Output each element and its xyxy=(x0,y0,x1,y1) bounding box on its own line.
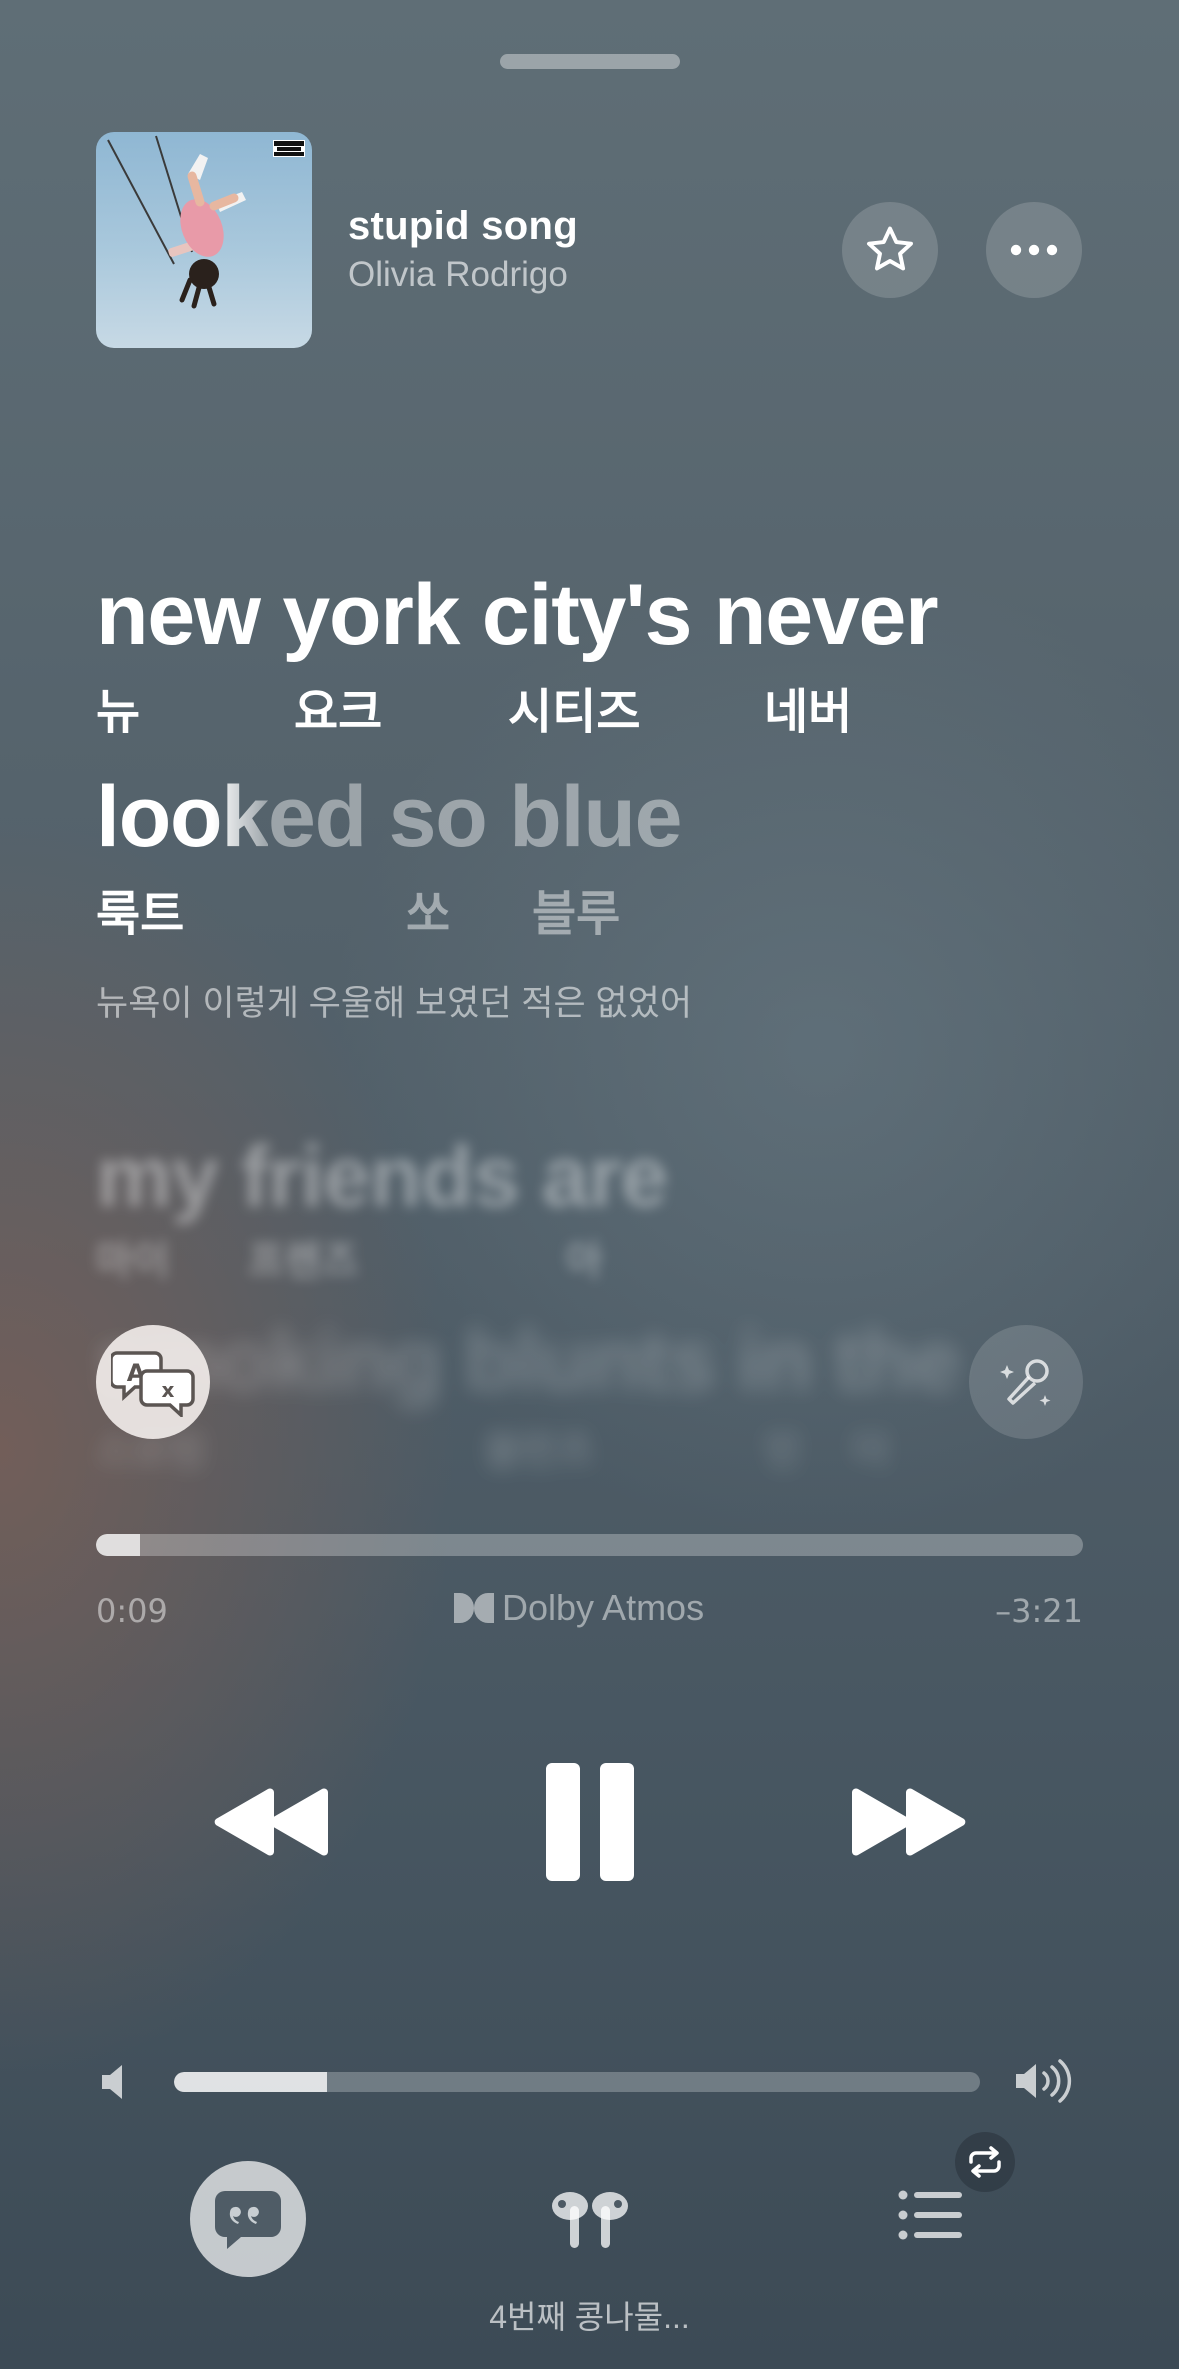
romanization-word: 뉴 xyxy=(96,686,141,739)
playback-scrubber[interactable] xyxy=(96,1534,1083,1556)
audio-format-label: Dolby Atmos xyxy=(502,1587,705,1628)
pause-button[interactable] xyxy=(535,1762,645,1882)
lyric-line-current[interactable]: new york city's never xyxy=(96,566,939,665)
airplay-button[interactable] xyxy=(546,2188,634,2257)
sheet-grabber[interactable] xyxy=(500,54,680,69)
volume-slider[interactable] xyxy=(174,2072,980,2092)
ellipsis-icon xyxy=(1010,244,1058,256)
volume-max-icon xyxy=(1014,2058,1076,2109)
dolby-atmos-badge[interactable]: Dolby Atmos xyxy=(454,1587,704,1629)
lyric-sung-portion: look xyxy=(96,769,269,865)
romanization-word: 마이 xyxy=(96,1239,170,1283)
fast-forward-button[interactable] xyxy=(845,1762,975,1882)
romanization-word: 시티즈 xyxy=(508,686,641,739)
romanization-word: 네버 xyxy=(764,686,853,739)
playback-progress-fill xyxy=(96,1534,141,1556)
lyric-line-next[interactable]: my friends are xyxy=(96,1128,668,1227)
lyrics-button[interactable] xyxy=(190,2161,306,2277)
sing-along-button[interactable] xyxy=(969,1325,1083,1439)
album-artwork[interactable] xyxy=(96,132,312,348)
romanization-word: 더 xyxy=(852,1429,889,1473)
romanization-word: 블루 xyxy=(532,888,621,941)
microphone-sparkle-icon xyxy=(1000,1359,1051,1406)
remaining-time: –3:21 xyxy=(995,1592,1083,1630)
rewind-icon xyxy=(214,1788,328,1856)
list-icon xyxy=(898,2190,962,2240)
lyric-word: never xyxy=(713,567,939,663)
airpods-icon xyxy=(552,2192,628,2248)
romanization-word: 요크 xyxy=(294,686,383,739)
quote-bubble-icon xyxy=(215,2191,281,2249)
more-options-button[interactable] xyxy=(986,202,1082,298)
romanization-word: 룩트 xyxy=(96,888,185,941)
translate-button[interactable]: A x xyxy=(96,1325,210,1439)
volume-min-icon xyxy=(100,2063,132,2106)
lyric-word: new xyxy=(96,567,261,663)
volume-level-fill xyxy=(174,2072,328,2092)
svg-text:x: x xyxy=(162,1378,175,1402)
repeat-indicator[interactable] xyxy=(955,2132,1015,2192)
elapsed-time: 0:09 xyxy=(96,1592,168,1630)
queue-button[interactable] xyxy=(898,2190,964,2245)
lyric-word: city's xyxy=(481,567,692,663)
romanization-word: 쏘 xyxy=(406,888,451,941)
romanization-word: 블런츠 xyxy=(484,1429,595,1473)
artist-name[interactable]: Olivia Rodrigo xyxy=(348,255,568,295)
lyric-line-following[interactable]: smoking blunts in the xyxy=(96,1312,961,1411)
romanization-word: 인 xyxy=(764,1429,801,1473)
output-device-label[interactable]: 4번째 콩나물... xyxy=(0,2292,1179,2338)
rewind-button[interactable] xyxy=(205,1762,335,1882)
album-artwork-image xyxy=(107,135,305,309)
romanization-word: 아 xyxy=(566,1239,603,1283)
repeat-icon xyxy=(969,2146,1001,2178)
song-title[interactable]: stupid song xyxy=(348,204,578,249)
dolby-logo-icon xyxy=(454,1593,494,1623)
lyric-unsung-portion: ed so blue xyxy=(268,769,683,865)
lyric-translation: 뉴욕이 이렇게 우울해 보였던 적은 없었어 xyxy=(96,984,693,1023)
romanization-word: 프렌즈 xyxy=(248,1239,359,1283)
star-icon xyxy=(867,226,913,271)
lyric-word: york xyxy=(282,567,460,663)
lyric-line-active[interactable]: looked so blue xyxy=(96,768,683,867)
favorite-button[interactable] xyxy=(842,202,938,298)
translate-icon: A x xyxy=(111,1351,195,1417)
pause-icon xyxy=(546,1763,634,1881)
fast-forward-icon xyxy=(852,1788,966,1856)
